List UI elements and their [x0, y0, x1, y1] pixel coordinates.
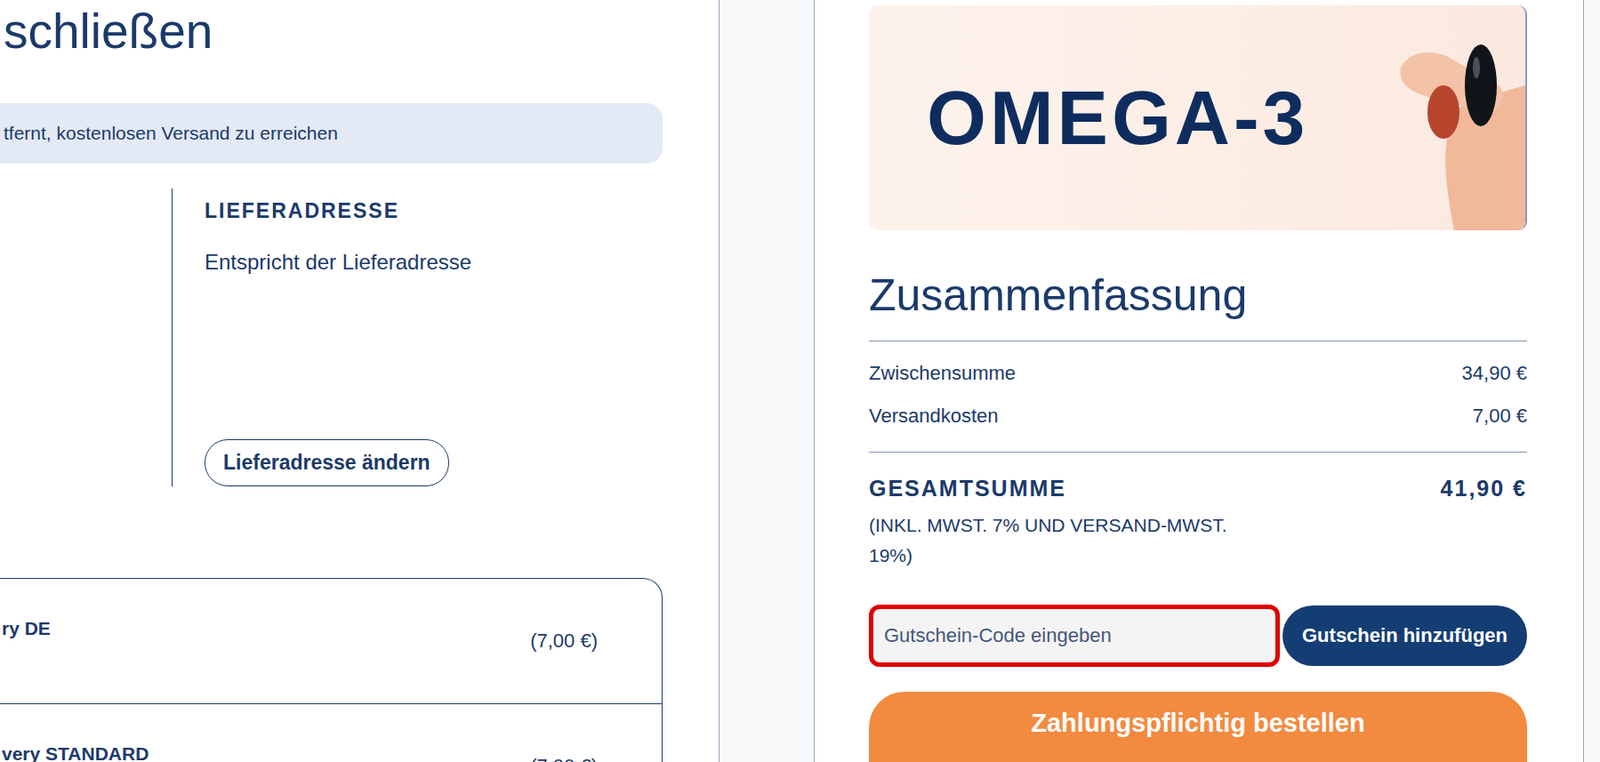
tax-note: (INKL. MWST. 7% UND VERSAND-MWST. 19%): [868, 510, 1261, 571]
add-coupon-button[interactable]: Gutschein hinzufügen: [1282, 605, 1528, 667]
total-label: GESAMTSUMME: [868, 475, 1067, 502]
shipping-options: ry DE (7,00 €) very STANDARD (7,00 €): [0, 578, 663, 762]
delivery-address: LIEFERADRESSE Entspricht der Lieferadress…: [171, 188, 472, 487]
row-label: Versandkosten: [868, 394, 999, 438]
address-label: LIEFERADRESSE: [204, 199, 400, 224]
summary-row: Versandkosten 7,00 €: [868, 394, 1528, 438]
product-banner: OMEGA-3: [868, 5, 1528, 231]
shipping-option[interactable]: very STANDARD (7,00 €): [0, 703, 662, 762]
row-value: 7,00 €: [1472, 394, 1528, 438]
shipping-name: ry DE: [1, 618, 51, 640]
gutter: [719, 0, 814, 762]
total-row: GESAMTSUMME 41,90 €: [868, 475, 1528, 502]
shipping-price: (7,00 €): [530, 629, 598, 653]
shipping-price: (7,00 €): [530, 755, 598, 762]
change-address-button[interactable]: Lieferadresse ändern: [204, 439, 450, 487]
checkout-page: schließen tfernt, kostenlosen Versand zu …: [0, 0, 1600, 762]
row-value: 34,90 €: [1462, 352, 1528, 395]
checkout-panel: schließen tfernt, kostenlosen Versand zu …: [0, 0, 720, 762]
row-label: Zwischensumme: [868, 352, 1016, 395]
coupon-input[interactable]: [868, 604, 1280, 668]
coupon-row: Gutschein hinzufügen: [868, 604, 1528, 668]
shipping-option[interactable]: ry DE (7,00 €): [0, 578, 662, 704]
banner-title: OMEGA-3: [868, 73, 1309, 162]
shipping-name: very STANDARD: [1, 743, 149, 762]
shipping-notice: tfernt, kostenlosen Versand zu erreichen: [0, 103, 663, 164]
summary-row: Zwischensumme 34,90 €: [868, 352, 1528, 395]
address-section: LIEFERADRESSE Entspricht der Lieferadress…: [0, 188, 719, 487]
hand-capsule-icon: [1347, 5, 1526, 231]
page-heading: schließen: [0, 0, 719, 61]
address-text: Entspricht der Lieferadresse: [204, 249, 472, 275]
summary-title: Zusammenfassung: [868, 269, 1528, 342]
total-value: 41,90 €: [1440, 475, 1528, 502]
order-button[interactable]: Zahlungspflichtig bestellen: [868, 691, 1528, 762]
summary-card: OMEGA-3 Zusammenfassung Zwischensumme 34,90…: [813, 0, 1584, 762]
summary-rows: Zwischensumme 34,90 € Versandkosten 7,00 €: [868, 341, 1528, 453]
